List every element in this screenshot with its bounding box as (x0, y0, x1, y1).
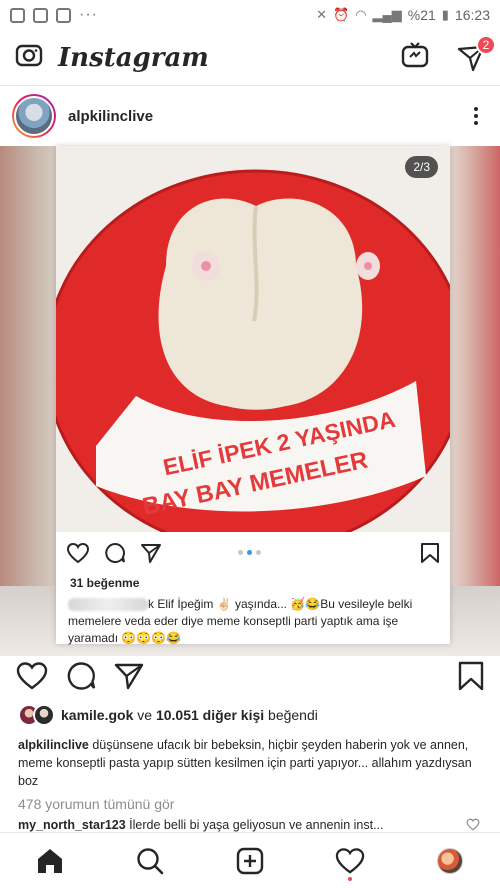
inner-comment-icon (105, 542, 125, 563)
caption-username[interactable]: alpkilinclive (18, 738, 89, 752)
blurred-username (68, 598, 148, 612)
user-avatar[interactable] (12, 94, 56, 138)
nav-activity[interactable] (330, 841, 370, 881)
inner-carousel-dots (238, 550, 261, 555)
liked-by[interactable]: kamile.gok ve 10.051 diğer kişi beğendi (18, 704, 318, 726)
media-background-right (450, 146, 500, 656)
add-post-icon (236, 847, 264, 874)
inner-heart-icon (66, 542, 90, 564)
post-action-bar (0, 656, 500, 696)
profile-avatar (437, 847, 463, 874)
nav-profile[interactable] (430, 841, 470, 881)
alarm-icon: ⏰ (333, 7, 350, 22)
comment-username[interactable]: my_north_star123 (18, 818, 126, 832)
inner-bookmark-icon (421, 543, 439, 563)
like-button[interactable] (16, 661, 48, 691)
post-username[interactable]: alpkilinclive (68, 108, 153, 125)
more-options-icon[interactable] (464, 104, 488, 128)
battery-icon: ▮ (441, 7, 449, 22)
more-notifications-icon: ··· (79, 6, 98, 23)
search-icon (137, 847, 164, 874)
comment-button[interactable] (66, 661, 96, 691)
image-counter: 2/3 (405, 156, 438, 178)
activity-heart-icon (335, 847, 365, 874)
liked-by-user[interactable]: kamile.gok (61, 707, 133, 723)
app-header: Instagram 2 (0, 30, 500, 86)
media-background-left (0, 146, 58, 656)
camera-icon[interactable] (14, 40, 44, 75)
post-header: alpkilinclive (0, 88, 500, 144)
system-status: ✕ ⏰ ◠ ▂▄▆ %21 ▮ 16:23 (316, 7, 490, 23)
liked-by-others[interactable]: 10.051 diğer kişi (156, 707, 264, 723)
cake-photo: ELİF İPEK 2 YAŞINDA BAY BAY MEMELER 2/3 (56, 146, 450, 532)
home-icon (38, 848, 62, 873)
post-caption: alpkilinclive düşünsene ufacık bir bebek… (18, 736, 488, 790)
liked-by-connector: ve (133, 707, 156, 723)
clock: 16:23 (454, 7, 490, 23)
battery-percent: %21 (407, 7, 436, 23)
notification-icons: ··· (10, 6, 98, 24)
reposted-post-card: ELİF İPEK 2 YAŞINDA BAY BAY MEMELER 2/3 … (56, 146, 450, 647)
comment-like-icon[interactable] (466, 818, 480, 831)
nav-home[interactable] (30, 841, 70, 881)
mute-icon: ✕ (316, 7, 328, 22)
status-bar: ··· ✕ ⏰ ◠ ▂▄▆ %21 ▮ 16:23 (0, 0, 500, 30)
instagram-logo: Instagram (58, 42, 209, 73)
save-button[interactable] (458, 661, 484, 691)
nav-search[interactable] (130, 841, 170, 881)
liked-by-suffix: beğendi (264, 707, 318, 723)
wifi-icon: ◠ (355, 7, 367, 22)
nav-new-post[interactable] (230, 841, 270, 881)
top-comment: my_north_star123 İlerde belli bi yaşa ge… (18, 818, 488, 832)
bottom-navigation (0, 832, 500, 888)
comment-text: İlerde belli bi yaşa geliyosun ve anneni… (125, 818, 384, 832)
inner-caption: k Elif İpeğim ✌🏻 yaşında... 🥳😂Bu vesiley… (68, 596, 440, 647)
view-all-comments-link[interactable]: 478 yorumun tümünü gör (18, 796, 174, 812)
signal-icon: ▂▄▆ (372, 7, 402, 22)
share-button[interactable] (114, 661, 144, 691)
flipboard-notification-icon (56, 7, 71, 23)
inner-share-icon (141, 544, 161, 563)
igtv-icon[interactable] (400, 40, 430, 75)
inner-action-bar (56, 536, 450, 570)
liker-avatar (33, 704, 55, 726)
gallery-notification-icon (33, 7, 48, 23)
inner-likes-count: 31 beğenme (70, 576, 140, 590)
app-notification-icon (10, 7, 25, 23)
activity-notification-dot (348, 876, 352, 881)
liked-by-avatars (18, 704, 55, 726)
dm-count-badge: 2 (476, 34, 496, 55)
direct-messages-button[interactable]: 2 (456, 34, 496, 73)
